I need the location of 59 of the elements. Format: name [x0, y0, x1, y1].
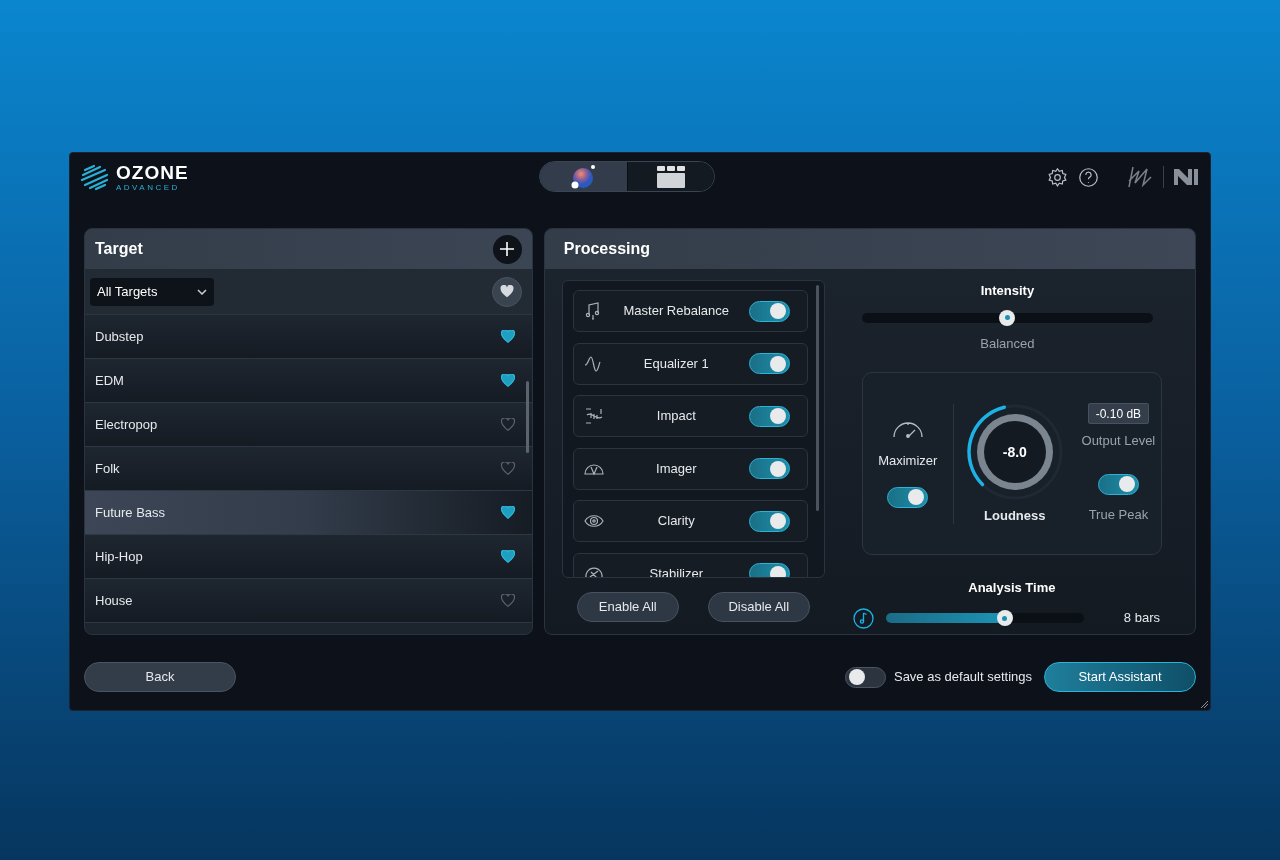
- module-toggle[interactable]: [748, 405, 790, 427]
- maximizer-toggle[interactable]: [887, 486, 929, 508]
- intensity-reading: Balanced: [979, 334, 1036, 353]
- scrollbar[interactable]: [815, 285, 819, 511]
- loudness-value: -8.0: [1002, 442, 1027, 462]
- disable-all-button[interactable]: Disable All: [707, 592, 810, 622]
- heart-icon[interactable]: [500, 550, 515, 563]
- module-toggle[interactable]: [748, 458, 790, 479]
- module-name: Equalizer 1: [642, 354, 710, 373]
- target-filter-dropdown[interactable]: All Targets: [90, 277, 214, 306]
- heart-icon[interactable]: [500, 374, 515, 387]
- enable-all-button[interactable]: Enable All: [576, 592, 679, 622]
- analysis-time-reading: 8 bars: [1122, 609, 1161, 628]
- output-level-field[interactable]: -0.10 dB: [1087, 403, 1150, 424]
- back-button[interactable]: Back: [84, 662, 236, 692]
- module-toggle[interactable]: [748, 510, 790, 532]
- module-name: Master Rebalance: [622, 302, 731, 321]
- favorites-filter-button[interactable]: [491, 276, 522, 307]
- app-name: OZONE: [116, 162, 189, 182]
- intensity-slider[interactable]: [861, 312, 1153, 323]
- chevron-down-icon: [197, 288, 207, 295]
- view-tab[interactable]: [626, 162, 714, 191]
- speedometer-icon: [891, 419, 924, 440]
- view-tab[interactable]: [540, 162, 627, 191]
- brand-logo-icon[interactable]: [1174, 169, 1198, 185]
- layout-icon: [656, 165, 685, 188]
- module-name: Clarity: [656, 512, 696, 531]
- heart-icon[interactable]: [500, 506, 515, 519]
- scribble-logo-icon[interactable]: [1127, 165, 1153, 189]
- save-default-toggle[interactable]: [844, 666, 886, 688]
- plus-icon: [499, 241, 516, 257]
- module-name: Impact: [655, 407, 697, 426]
- target-list-item[interactable]: Future Bass: [85, 491, 532, 535]
- loudness-label: Loudness: [984, 506, 1046, 525]
- analysis-time-slider[interactable]: [885, 613, 1084, 623]
- true-peak-label: True Peak: [1088, 505, 1149, 524]
- heart-icon[interactable]: [500, 330, 515, 343]
- module-toggle[interactable]: [748, 353, 790, 374]
- app-edition: ADVANCED: [116, 183, 181, 192]
- maximizer-label: Maximizer: [878, 452, 938, 471]
- intensity-label: Intensity: [979, 282, 1036, 300]
- true-peak-toggle[interactable]: [1097, 473, 1139, 495]
- orb-icon: [569, 162, 598, 191]
- module-name: Imager: [655, 459, 698, 478]
- analysis-time-label: Analysis Time: [967, 579, 1057, 597]
- module-toggle[interactable]: [748, 300, 790, 322]
- heart-icon: [499, 285, 514, 298]
- add-button[interactable]: [492, 234, 522, 264]
- music-note-icon[interactable]: [852, 607, 874, 629]
- start-assistant-button[interactable]: Start Assistant: [1044, 662, 1196, 692]
- panel-title: Processing: [563, 239, 651, 259]
- settings-icon[interactable]: [1047, 166, 1068, 188]
- help-icon[interactable]: [1078, 166, 1099, 188]
- resize-handle-icon[interactable]: [1200, 700, 1208, 708]
- output-level-label: Output Level: [1081, 432, 1156, 450]
- panel-title: Target: [95, 239, 143, 259]
- logo-icon: [80, 162, 110, 192]
- scrollbar[interactable]: [525, 381, 529, 453]
- save-default-label: Save as default settings: [893, 668, 1032, 687]
